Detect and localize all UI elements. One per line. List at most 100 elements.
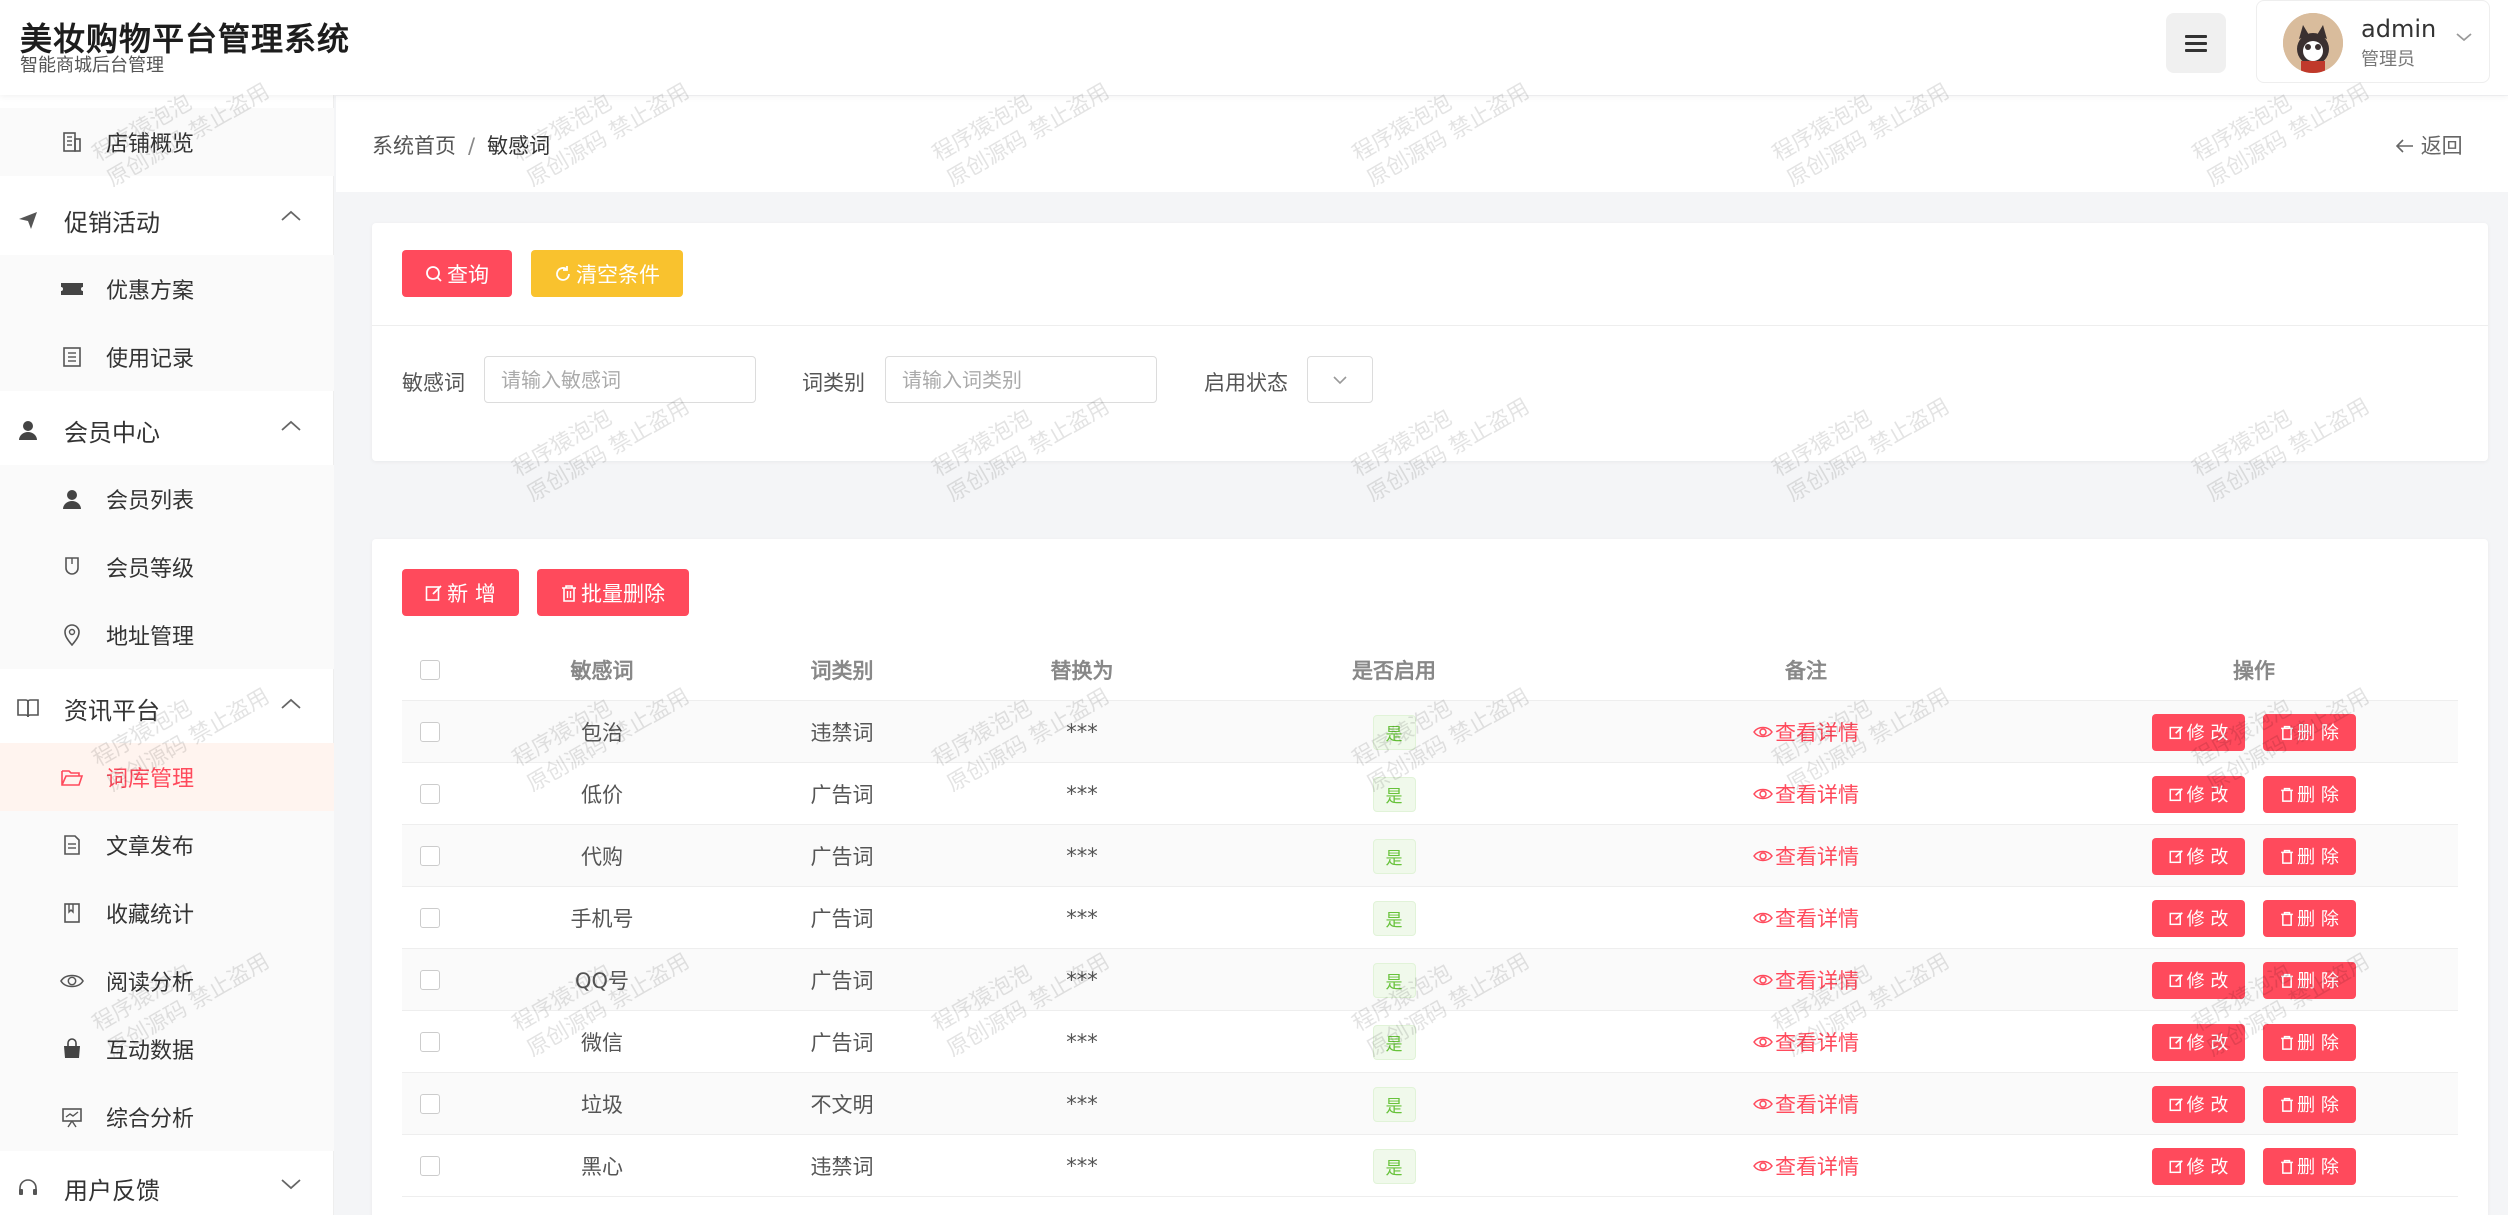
sidebar-item-member-level[interactable]: 会员等级 xyxy=(0,533,334,601)
table-row: QQ号 广告词 *** 是 查看详情 修 改 删 除 xyxy=(402,949,2458,1011)
row-checkbox[interactable] xyxy=(420,1094,440,1114)
remark-cell: 查看详情 xyxy=(1562,949,2050,1011)
sidebar-group-label: 资讯平台 xyxy=(64,696,160,725)
sidebar-item-label: 优惠方案 xyxy=(106,279,195,304)
delete-button[interactable]: 删 除 xyxy=(2263,1085,2356,1123)
delete-label: 删 除 xyxy=(2297,847,2339,868)
select-all-checkbox[interactable] xyxy=(420,660,440,680)
category-search-input[interactable] xyxy=(885,356,1157,403)
view-detail-link[interactable]: 查看详情 xyxy=(1753,903,1859,933)
eye-icon xyxy=(1753,1160,1773,1172)
sidebar-item-label: 综合分析 xyxy=(106,1107,195,1132)
edit-button[interactable]: 修 改 xyxy=(2152,1085,2245,1123)
row-checkbox[interactable] xyxy=(420,970,440,990)
chevron-down-icon xyxy=(281,1179,301,1190)
sidebar-item-reading[interactable]: 阅读分析 xyxy=(0,947,334,1015)
sidebar-item-label: 互动数据 xyxy=(106,1039,195,1064)
sidebar-item-address[interactable]: 地址管理 xyxy=(0,601,334,669)
replace-cell: *** xyxy=(1066,720,1098,744)
view-detail-link[interactable]: 查看详情 xyxy=(1753,1151,1859,1181)
table-row: 低价 广告词 *** 是 查看详情 修 改 删 除 xyxy=(402,763,2458,825)
sidebar-group-member[interactable]: 会员中心 xyxy=(0,395,334,465)
edit-button[interactable]: 修 改 xyxy=(2152,899,2245,937)
edit-icon xyxy=(425,584,442,601)
view-detail-link[interactable]: 查看详情 xyxy=(1753,779,1859,809)
edit-button[interactable]: 修 改 xyxy=(2152,713,2245,751)
row-checkbox[interactable] xyxy=(420,846,440,866)
menu-toggle-button[interactable] xyxy=(2166,13,2226,73)
sidebar-item-interaction[interactable]: 互动数据 xyxy=(0,1015,334,1083)
delete-button[interactable]: 删 除 xyxy=(2263,775,2356,813)
edit-button[interactable]: 修 改 xyxy=(2152,1023,2245,1061)
row-checkbox[interactable] xyxy=(420,784,440,804)
sidebar-group-promotion[interactable]: 促销活动 xyxy=(0,185,334,255)
remark-cell: 查看详情 xyxy=(1562,763,2050,825)
edit-button[interactable]: 修 改 xyxy=(2152,1147,2245,1185)
delete-button[interactable]: 删 除 xyxy=(2263,713,2356,751)
sidebar-item-lexicon[interactable]: 词库管理 xyxy=(0,743,334,811)
action-cell: 修 改删 除 xyxy=(2050,825,2458,887)
sidebar-item-usage-record[interactable]: 使用记录 xyxy=(0,323,334,391)
sidebar-item-analysis[interactable]: 综合分析 xyxy=(0,1083,334,1151)
delete-button[interactable]: 删 除 xyxy=(2263,1023,2356,1061)
edit-icon xyxy=(2169,973,2183,987)
word-cell: 垃圾 xyxy=(581,1093,623,1117)
breadcrumb-home[interactable]: 系统首页 xyxy=(372,134,456,158)
user-name: admin xyxy=(2361,15,2437,43)
view-detail-link[interactable]: 查看详情 xyxy=(1753,841,1859,871)
sidebar-item-shop-overview[interactable]: 店铺概览 xyxy=(0,108,334,176)
edit-button[interactable]: 修 改 xyxy=(2152,961,2245,999)
sidebar-item-discount[interactable]: 优惠方案 xyxy=(0,255,334,323)
sidebar-item-label: 使用记录 xyxy=(106,347,195,372)
search-icon xyxy=(426,265,442,282)
word-search-input[interactable] xyxy=(484,356,756,403)
edit-button[interactable]: 修 改 xyxy=(2152,837,2245,875)
enabled-cell: 是 xyxy=(1226,701,1562,763)
sidebar-item-article[interactable]: 文章发布 xyxy=(0,811,334,879)
view-detail-link[interactable]: 查看详情 xyxy=(1753,1089,1859,1119)
delete-button[interactable]: 删 除 xyxy=(2263,837,2356,875)
row-checkbox[interactable] xyxy=(420,908,440,928)
category-cell: 违禁词 xyxy=(810,721,874,745)
query-button[interactable]: 查询 xyxy=(402,250,512,297)
row-checkbox[interactable] xyxy=(420,1156,440,1176)
sidebar-group-label: 用户反馈 xyxy=(64,1176,160,1205)
user-menu[interactable]: admin 管理员 xyxy=(2256,0,2490,83)
batch-delete-button[interactable]: 批量删除 xyxy=(537,569,689,616)
sidebar-group-feedback[interactable]: 用户反馈 xyxy=(0,1153,334,1215)
view-detail-link[interactable]: 查看详情 xyxy=(1753,1027,1859,1057)
sidebar-item-label: 词库管理 xyxy=(106,767,195,792)
sidebar-group-news[interactable]: 资讯平台 xyxy=(0,673,334,743)
add-button[interactable]: 新 增 xyxy=(402,569,519,616)
table-header: 敏感词 词类别 替换为 是否启用 备注 操作 xyxy=(402,639,2458,701)
status-badge: 是 xyxy=(1372,776,1416,812)
row-checkbox[interactable] xyxy=(420,722,440,742)
row-checkbox[interactable] xyxy=(420,1032,440,1052)
back-button[interactable]: 返回 xyxy=(2395,130,2463,160)
delete-button[interactable]: 删 除 xyxy=(2263,899,2356,937)
edit-icon xyxy=(2169,1097,2183,1111)
enabled-cell: 是 xyxy=(1226,1135,1562,1197)
delete-button[interactable]: 删 除 xyxy=(2263,1147,2356,1185)
view-detail-link[interactable]: 查看详情 xyxy=(1753,717,1859,747)
edit-icon xyxy=(2169,1159,2183,1173)
eye-icon xyxy=(1753,788,1773,800)
sidebar-item-member-list[interactable]: 会员列表 xyxy=(0,465,334,533)
edit-button[interactable]: 修 改 xyxy=(2152,775,2245,813)
action-cell: 修 改删 除 xyxy=(2050,887,2458,949)
sidebar-item-label: 会员等级 xyxy=(106,557,195,582)
building-icon xyxy=(60,130,84,154)
status-select[interactable] xyxy=(1307,356,1373,403)
delete-label: 删 除 xyxy=(2297,723,2339,744)
view-detail-link[interactable]: 查看详情 xyxy=(1753,965,1859,995)
trash-icon xyxy=(2281,787,2293,802)
eye-icon xyxy=(1753,1098,1773,1110)
sidebar-item-favorites[interactable]: 收藏统计 xyxy=(0,879,334,947)
delete-button[interactable]: 删 除 xyxy=(2263,961,2356,999)
word-cell: QQ号 xyxy=(574,969,630,993)
action-cell: 修 改删 除 xyxy=(2050,1135,2458,1197)
enabled-cell: 是 xyxy=(1226,763,1562,825)
action-cell: 修 改删 除 xyxy=(2050,763,2458,825)
clear-button[interactable]: 清空条件 xyxy=(531,250,683,297)
trash-icon xyxy=(562,584,576,602)
